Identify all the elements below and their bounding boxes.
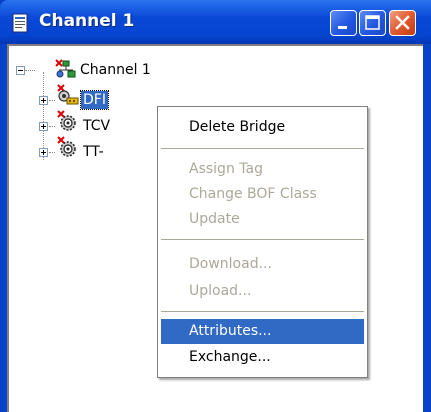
collapse-toggle[interactable] — [16, 66, 25, 75]
tree-item-tt[interactable]: TT- — [83, 143, 104, 161]
minimize-button[interactable] — [330, 10, 357, 36]
minimize-icon — [338, 26, 347, 29]
title-bar[interactable]: Channel 1 — [0, 0, 431, 44]
close-button[interactable] — [389, 10, 416, 36]
menu-item-update[interactable]: Update — [161, 207, 364, 232]
maximize-button[interactable] — [359, 10, 386, 36]
maximize-icon — [365, 15, 380, 30]
tree-connector — [25, 70, 35, 72]
window-title: Channel 1 — [39, 11, 135, 31]
gear-device-icon — [57, 110, 76, 131]
expand-toggle[interactable] — [39, 96, 48, 105]
menu-item-attributes[interactable]: Attributes... — [161, 319, 364, 344]
menu-separator — [161, 311, 364, 312]
gear-device-icon — [57, 136, 76, 157]
tree-root-label[interactable]: Channel 1 — [80, 61, 151, 79]
menu-item-exchange[interactable]: Exchange... — [161, 345, 364, 370]
menu-separator — [161, 148, 364, 149]
menu-item-download[interactable]: Download... — [161, 252, 364, 277]
channel-window: Channel 1 Channel 1 DFI TCV TT- Delete B… — [0, 0, 431, 412]
tree-item-tcv[interactable]: TCV — [83, 117, 110, 135]
menu-item-upload[interactable]: Upload... — [161, 279, 364, 304]
menu-item-assign-tag[interactable]: Assign Tag — [161, 157, 364, 182]
expand-toggle[interactable] — [39, 122, 48, 131]
document-window-icon — [12, 13, 28, 33]
context-menu: Delete Bridge Assign Tag Change BOF Clas… — [157, 106, 368, 378]
tree-item-dfi[interactable]: DFI — [80, 90, 109, 110]
close-icon — [395, 15, 410, 30]
tree-connector — [43, 72, 45, 160]
menu-item-delete-bridge[interactable]: Delete Bridge — [161, 115, 364, 140]
network-tree-icon — [55, 59, 76, 78]
menu-separator — [161, 239, 364, 240]
expand-toggle[interactable] — [39, 148, 48, 157]
bridge-device-icon — [57, 84, 79, 105]
menu-item-change-bof-class[interactable]: Change BOF Class — [161, 182, 364, 207]
